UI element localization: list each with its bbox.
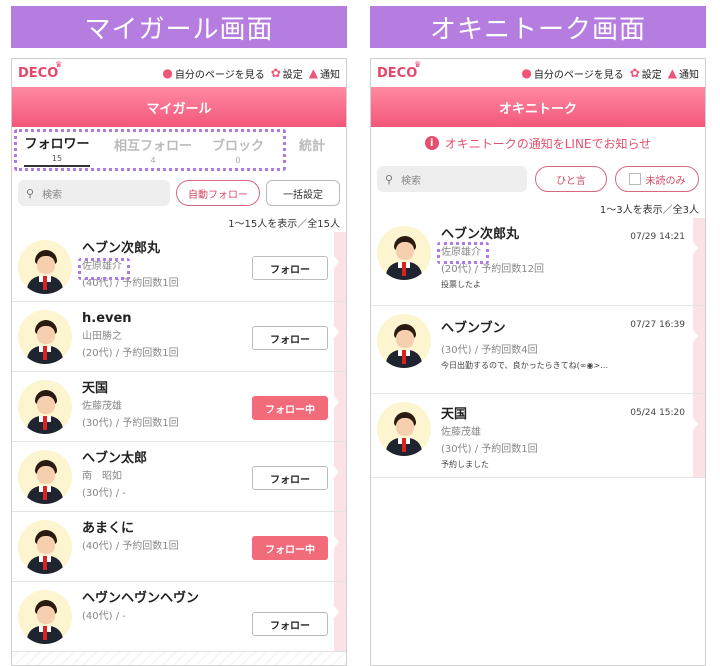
message-date: 07/27 16:39 — [630, 320, 685, 330]
gear-icon: ✿ — [270, 66, 281, 80]
row-ribbon — [334, 302, 346, 371]
row-ribbon — [334, 232, 346, 301]
row-ribbon — [334, 372, 346, 441]
last-message: 今日出勤するので、良かったらきてね(∞◉>… — [441, 361, 609, 370]
settings-link[interactable]: ✿ 設定 — [271, 66, 303, 81]
row-ribbon — [693, 218, 705, 305]
list-item[interactable]: 天国 佐藤茂雄 (30代) / 予約回数1回 フォロー中 — [12, 372, 346, 442]
tab-block[interactable]: ブロック 0 — [210, 135, 266, 165]
row-ribbon — [334, 442, 346, 511]
last-message: 投票したよ — [441, 280, 481, 289]
avatar — [377, 314, 431, 368]
deco-logo[interactable]: DECO ♛ — [18, 60, 62, 81]
list-item[interactable]: ヘブン次郎丸 佐原雄介 (40代) / 予約回数1回 フォロー — [12, 232, 346, 302]
tab-followers[interactable]: フォロワー 15 — [24, 133, 90, 167]
gear-icon: ✿ — [629, 66, 640, 80]
bell-icon: ▲ — [667, 66, 677, 80]
row-ribbon — [693, 394, 705, 477]
tab-bar: フォロワー 15 相互フォロー 4 ブロック 0 統計 — [12, 127, 346, 173]
notify-link[interactable]: ▲ 通知 — [309, 66, 340, 81]
avatar — [18, 310, 72, 364]
list-item[interactable]: ヘブンブン (30代) / 予約回数4回 今日出勤するので、良かったらきてね(∞◉>… — [371, 306, 705, 394]
list-item[interactable]: ヘヴンヘヴンヘヴン (40代) / - フォロー — [12, 582, 346, 652]
panel-title-mygirl: マイガール画面 — [11, 6, 347, 48]
tab-stats[interactable]: 統計 — [296, 135, 328, 165]
tab-mutual[interactable]: 相互フォロー 4 — [114, 135, 192, 165]
row-ribbon — [334, 582, 346, 651]
search-icon: ⚲ — [385, 172, 394, 186]
list-item[interactable]: ヘブン次郎丸 佐原雄介 (20代) / 予約回数12回 投票したよ 07/29 14:… — [371, 218, 705, 306]
panel-title-okinitalk: オキニトーク画面 — [370, 6, 706, 48]
page-header: マイガール — [12, 87, 346, 127]
empty-area — [371, 478, 705, 665]
real-name: 佐藤茂雄 — [441, 427, 481, 438]
person-icon: ● — [162, 66, 173, 80]
mypage-link[interactable]: ● 自分のページを見る — [521, 66, 623, 81]
user-meta: (30代) / 予約回数1回 — [441, 444, 538, 455]
crown-icon: ♛ — [414, 59, 422, 69]
list-item[interactable]: ヘブン太郎南 昭如 (30代) / - フォロー — [12, 442, 346, 512]
line-notice-link[interactable]: i オキニトークの通知をLINEでお知らせ — [371, 127, 705, 159]
real-name: 佐原雄介 — [441, 247, 481, 258]
search-input[interactable]: ⚲ 検索 — [377, 166, 527, 192]
following-button[interactable]: フォロー中 — [252, 396, 328, 420]
bell-icon: ▲ — [308, 66, 318, 80]
search-row: ⚲ 検索 自動フォロー 一括設定 — [12, 173, 346, 213]
row-ribbon — [693, 306, 705, 393]
person-icon: ● — [521, 66, 532, 80]
list-item[interactable]: 天国 佐藤茂雄 (30代) / 予約回数1回 予約しました 05/24 15:20 — [371, 394, 705, 478]
user-name: ヘヴンヘヴンヘヴン — [82, 591, 200, 606]
checkbox[interactable] — [628, 173, 641, 185]
okinitalk-screen: DECO ♛ ● 自分のページを見る ✿ 設定 ▲ 通知 オキニトーク i オキニトークの… — [370, 58, 706, 666]
result-count: 1〜15人を表示／全15人 — [12, 213, 346, 232]
user-meta: (20代) / 予約回数12回 — [441, 264, 544, 275]
deco-logo[interactable]: DECO ♛ — [377, 60, 421, 81]
user-meta: (30代) / 予約回数4回 — [441, 345, 538, 356]
list-item[interactable]: あまくに (40代) / 予約回数1回 フォロー中 — [12, 512, 346, 582]
avatar — [18, 590, 72, 644]
top-bar: DECO ♛ ● 自分のページを見る ✿ 設定 ▲ 通知 — [371, 59, 705, 87]
page-header: オキニトーク — [371, 87, 705, 127]
settings-link[interactable]: ✿ 設定 — [630, 66, 662, 81]
avatar — [18, 240, 72, 294]
hitokoto-button[interactable]: ひと言 — [535, 166, 607, 192]
message-date: 07/29 14:21 — [630, 232, 685, 242]
crown-icon: ♛ — [55, 59, 63, 69]
avatar — [18, 520, 72, 574]
follow-button[interactable]: フォロー — [252, 466, 328, 490]
following-button[interactable]: フォロー中 — [252, 536, 328, 560]
notify-link[interactable]: ▲ 通知 — [668, 66, 699, 81]
mygirl-screen: DECO ♛ ● 自分のページを見る ✿ 設定 ▲ 通知 マイガール フォロワー 15 相… — [11, 58, 347, 666]
follow-button[interactable]: フォロー — [252, 612, 328, 636]
avatar — [377, 402, 431, 456]
follow-button[interactable]: フォロー — [252, 326, 328, 350]
auto-follow-button[interactable]: 自動フォロー — [176, 180, 260, 206]
avatar — [18, 450, 72, 504]
bulk-setting-button[interactable]: 一括設定 — [266, 180, 340, 206]
search-row: ⚲ 検索 ひと言 未読のみ — [371, 159, 705, 199]
search-icon: ⚲ — [26, 186, 35, 200]
avatar — [18, 380, 72, 434]
list-item[interactable]: h.even 山田勝之 (20代) / 予約回数1回 フォロー — [12, 302, 346, 372]
follow-button[interactable]: フォロー — [252, 256, 328, 280]
unread-only-toggle[interactable]: 未読のみ — [615, 166, 699, 192]
info-icon: i — [424, 136, 439, 150]
result-count: 1〜3人を表示／全3人 — [371, 199, 705, 218]
mypage-link[interactable]: ● 自分のページを見る — [162, 66, 264, 81]
avatar — [377, 226, 431, 280]
row-ribbon — [334, 512, 346, 581]
top-bar: DECO ♛ ● 自分のページを見る ✿ 設定 ▲ 通知 — [12, 59, 346, 87]
message-date: 05/24 15:20 — [630, 408, 685, 418]
search-input[interactable]: ⚲ 検索 — [18, 180, 170, 206]
last-message: 予約しました — [441, 460, 489, 469]
